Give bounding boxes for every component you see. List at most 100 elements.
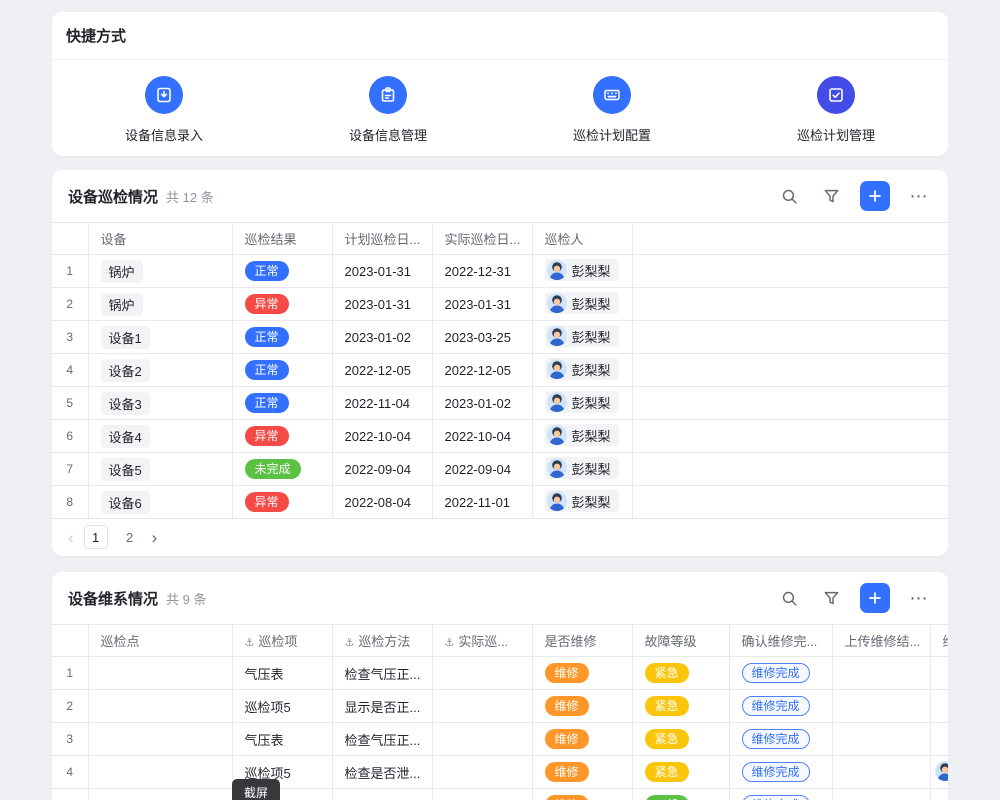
add-record-button[interactable] [860,181,890,211]
add-record-button[interactable] [860,583,890,613]
inspector-cell[interactable]: 彭梨梨 [532,420,632,453]
item-cell[interactable]: 气压表 [232,657,332,690]
table-row[interactable]: 2 巡检项5 显示是否正... 维修 紧急 维修完成 [52,690,948,723]
device-cell[interactable]: 设备3 [88,387,232,420]
method-cell[interactable]: 检查是否泄... [332,756,432,789]
plan-date-cell[interactable]: 2022-09-04 [332,453,432,486]
level-cell[interactable]: 紧急 [632,657,729,690]
confirm-cell[interactable]: 维修完成 [729,723,832,756]
inspector-cell[interactable]: 彭梨梨 [532,321,632,354]
level-cell[interactable]: 紧急 [632,756,729,789]
actual-cell[interactable] [432,756,532,789]
plan-date-cell[interactable]: 2023-01-31 [332,255,432,288]
col-upload[interactable]: 上传维修结... [832,625,930,657]
result-cell[interactable]: 正常 [232,387,332,420]
plan-date-cell[interactable]: 2022-08-04 [332,486,432,519]
table-row[interactable]: 2 锅炉 异常 2023-01-31 2023-01-31 彭梨梨 [52,288,948,321]
col-plan-date[interactable]: 计划巡检日... [332,223,432,255]
col-inspector[interactable]: 巡检人 [532,223,632,255]
col-result[interactable]: 巡检结果 [232,223,332,255]
confirm-cell[interactable]: 维修完成 [729,789,832,800]
actual-cell[interactable] [432,690,532,723]
plan-date-cell[interactable]: 2023-01-02 [332,321,432,354]
col-confirm[interactable]: 确认维修完... [729,625,832,657]
actual-date-cell[interactable]: 2022-10-04 [432,420,532,453]
shortcut-device-manage[interactable]: 设备信息管理 [276,76,500,144]
item-cell[interactable]: 气压表 [232,723,332,756]
result-cell[interactable]: 未完成 [232,453,332,486]
worker-cell[interactable] [930,723,948,756]
point-cell[interactable] [88,789,232,800]
table-row[interactable]: 8 设备6 异常 2022-08-04 2022-11-01 彭梨梨 [52,486,948,519]
repair-cell[interactable]: 维修 [532,690,632,723]
method-cell[interactable]: 检查气压正... [332,657,432,690]
col-repair[interactable]: 是否维修 [532,625,632,657]
device-cell[interactable]: 设备4 [88,420,232,453]
table-row[interactable]: 4 设备2 正常 2022-12-05 2022-12-05 彭梨梨 [52,354,948,387]
inspector-cell[interactable]: 彭梨梨 [532,255,632,288]
col-level[interactable]: 故障等级 [632,625,729,657]
actual-cell[interactable] [432,657,532,690]
point-cell[interactable] [88,723,232,756]
result-cell[interactable]: 正常 [232,255,332,288]
prev-page-button[interactable]: ‹ [68,529,74,546]
worker-cell[interactable] [930,756,948,789]
method-cell[interactable]: 显示是否正... [332,789,432,800]
actual-cell[interactable] [432,723,532,756]
filter-icon[interactable] [818,183,844,209]
worker-cell[interactable] [930,789,948,800]
col-method[interactable]: ⚓巡检方法 [332,625,432,657]
worker-cell[interactable] [930,690,948,723]
point-cell[interactable] [88,657,232,690]
point-cell[interactable] [88,756,232,789]
plan-date-cell[interactable]: 2022-11-04 [332,387,432,420]
repair-cell[interactable]: 维修 [532,756,632,789]
upload-cell[interactable] [832,789,930,800]
plan-date-cell[interactable]: 2023-01-31 [332,288,432,321]
table-row[interactable]: 3 设备1 正常 2023-01-02 2023-03-25 彭梨梨 [52,321,948,354]
point-cell[interactable] [88,690,232,723]
page-2-button[interactable]: 2 [118,525,142,549]
inspector-cell[interactable]: 彭梨梨 [532,354,632,387]
table-row[interactable]: 4 巡检项5 检查是否泄... 维修 紧急 维修完成 [52,756,948,789]
device-cell[interactable]: 设备2 [88,354,232,387]
actual-date-cell[interactable]: 2022-09-04 [432,453,532,486]
result-cell[interactable]: 正常 [232,354,332,387]
search-icon[interactable] [776,183,802,209]
table-row[interactable]: 1 锅炉 正常 2023-01-31 2022-12-31 彭梨梨 [52,255,948,288]
device-cell[interactable]: 锅炉 [88,288,232,321]
upload-cell[interactable] [832,690,930,723]
confirm-cell[interactable]: 维修完成 [729,756,832,789]
col-point[interactable]: 巡检点 [88,625,232,657]
level-cell[interactable]: 紧急 [632,690,729,723]
confirm-cell[interactable]: 维修完成 [729,657,832,690]
filter-icon[interactable] [818,585,844,611]
repair-cell[interactable]: 维修 [532,657,632,690]
inspector-cell[interactable]: 彭梨梨 [532,453,632,486]
upload-cell[interactable] [832,657,930,690]
inspector-cell[interactable]: 彭梨梨 [532,288,632,321]
next-page-button[interactable]: › [152,529,158,546]
col-worker[interactable]: 维修人 [930,625,948,657]
device-cell[interactable]: 锅炉 [88,255,232,288]
table-row[interactable]: 3 气压表 检查气压正... 维修 紧急 维修完成 [52,723,948,756]
inspector-cell[interactable]: 彭梨梨 [532,387,632,420]
actual-date-cell[interactable]: 2023-01-31 [432,288,532,321]
result-cell[interactable]: 正常 [232,321,332,354]
shortcut-plan-manage[interactable]: 巡检计划管理 [724,76,948,144]
table-row[interactable]: 6 设备4 异常 2022-10-04 2022-10-04 彭梨梨 [52,420,948,453]
level-cell[interactable]: 紧急 [632,723,729,756]
result-cell[interactable]: 异常 [232,288,332,321]
upload-cell[interactable] [832,723,930,756]
actual-cell[interactable] [432,789,532,800]
col-item[interactable]: ⚓巡检项 [232,625,332,657]
page-1-button[interactable]: 1 [84,525,108,549]
col-actual-date[interactable]: 实际巡检日... [432,223,532,255]
method-cell[interactable]: 检查气压正... [332,723,432,756]
worker-cell[interactable] [930,657,948,690]
actual-date-cell[interactable]: 2022-12-31 [432,255,532,288]
col-actual[interactable]: ⚓实际巡... [432,625,532,657]
device-cell[interactable]: 设备5 [88,453,232,486]
plan-date-cell[interactable]: 2022-10-04 [332,420,432,453]
more-options-icon[interactable]: ⋯ [906,585,932,611]
